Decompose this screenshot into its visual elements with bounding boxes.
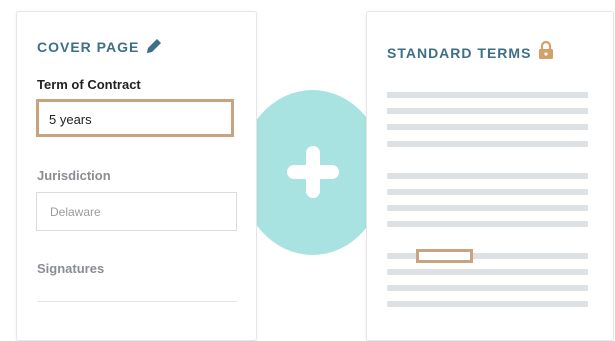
pencil-icon[interactable] (144, 36, 164, 56)
term-reference-highlight (416, 249, 473, 263)
text-line (387, 301, 588, 307)
jurisdiction-input[interactable]: Delaware (36, 192, 237, 231)
plus-icon-vertical (306, 146, 320, 198)
text-line (387, 285, 588, 291)
signatures-label: Signatures (37, 261, 105, 276)
term-of-contract-label: Term of Contract (37, 77, 141, 92)
text-line (387, 205, 588, 211)
text-line (387, 221, 588, 227)
text-line (387, 173, 588, 179)
lock-icon (539, 40, 553, 59)
text-line (387, 141, 588, 147)
text-line (387, 269, 588, 275)
text-line (387, 92, 588, 98)
signature-line (37, 301, 237, 302)
standard-terms-title: STANDARD TERMS (387, 45, 532, 61)
term-of-contract-input[interactable]: 5 years (36, 99, 234, 137)
standard-terms-card: STANDARD TERMS (366, 11, 614, 341)
text-line (387, 108, 588, 114)
text-line (387, 124, 588, 130)
jurisdiction-label: Jurisdiction (37, 168, 111, 183)
cover-page-title: COVER PAGE (37, 39, 140, 55)
text-line (387, 189, 588, 195)
cover-page-card: COVER PAGE Term of Contract 5 years Juri… (16, 11, 257, 341)
